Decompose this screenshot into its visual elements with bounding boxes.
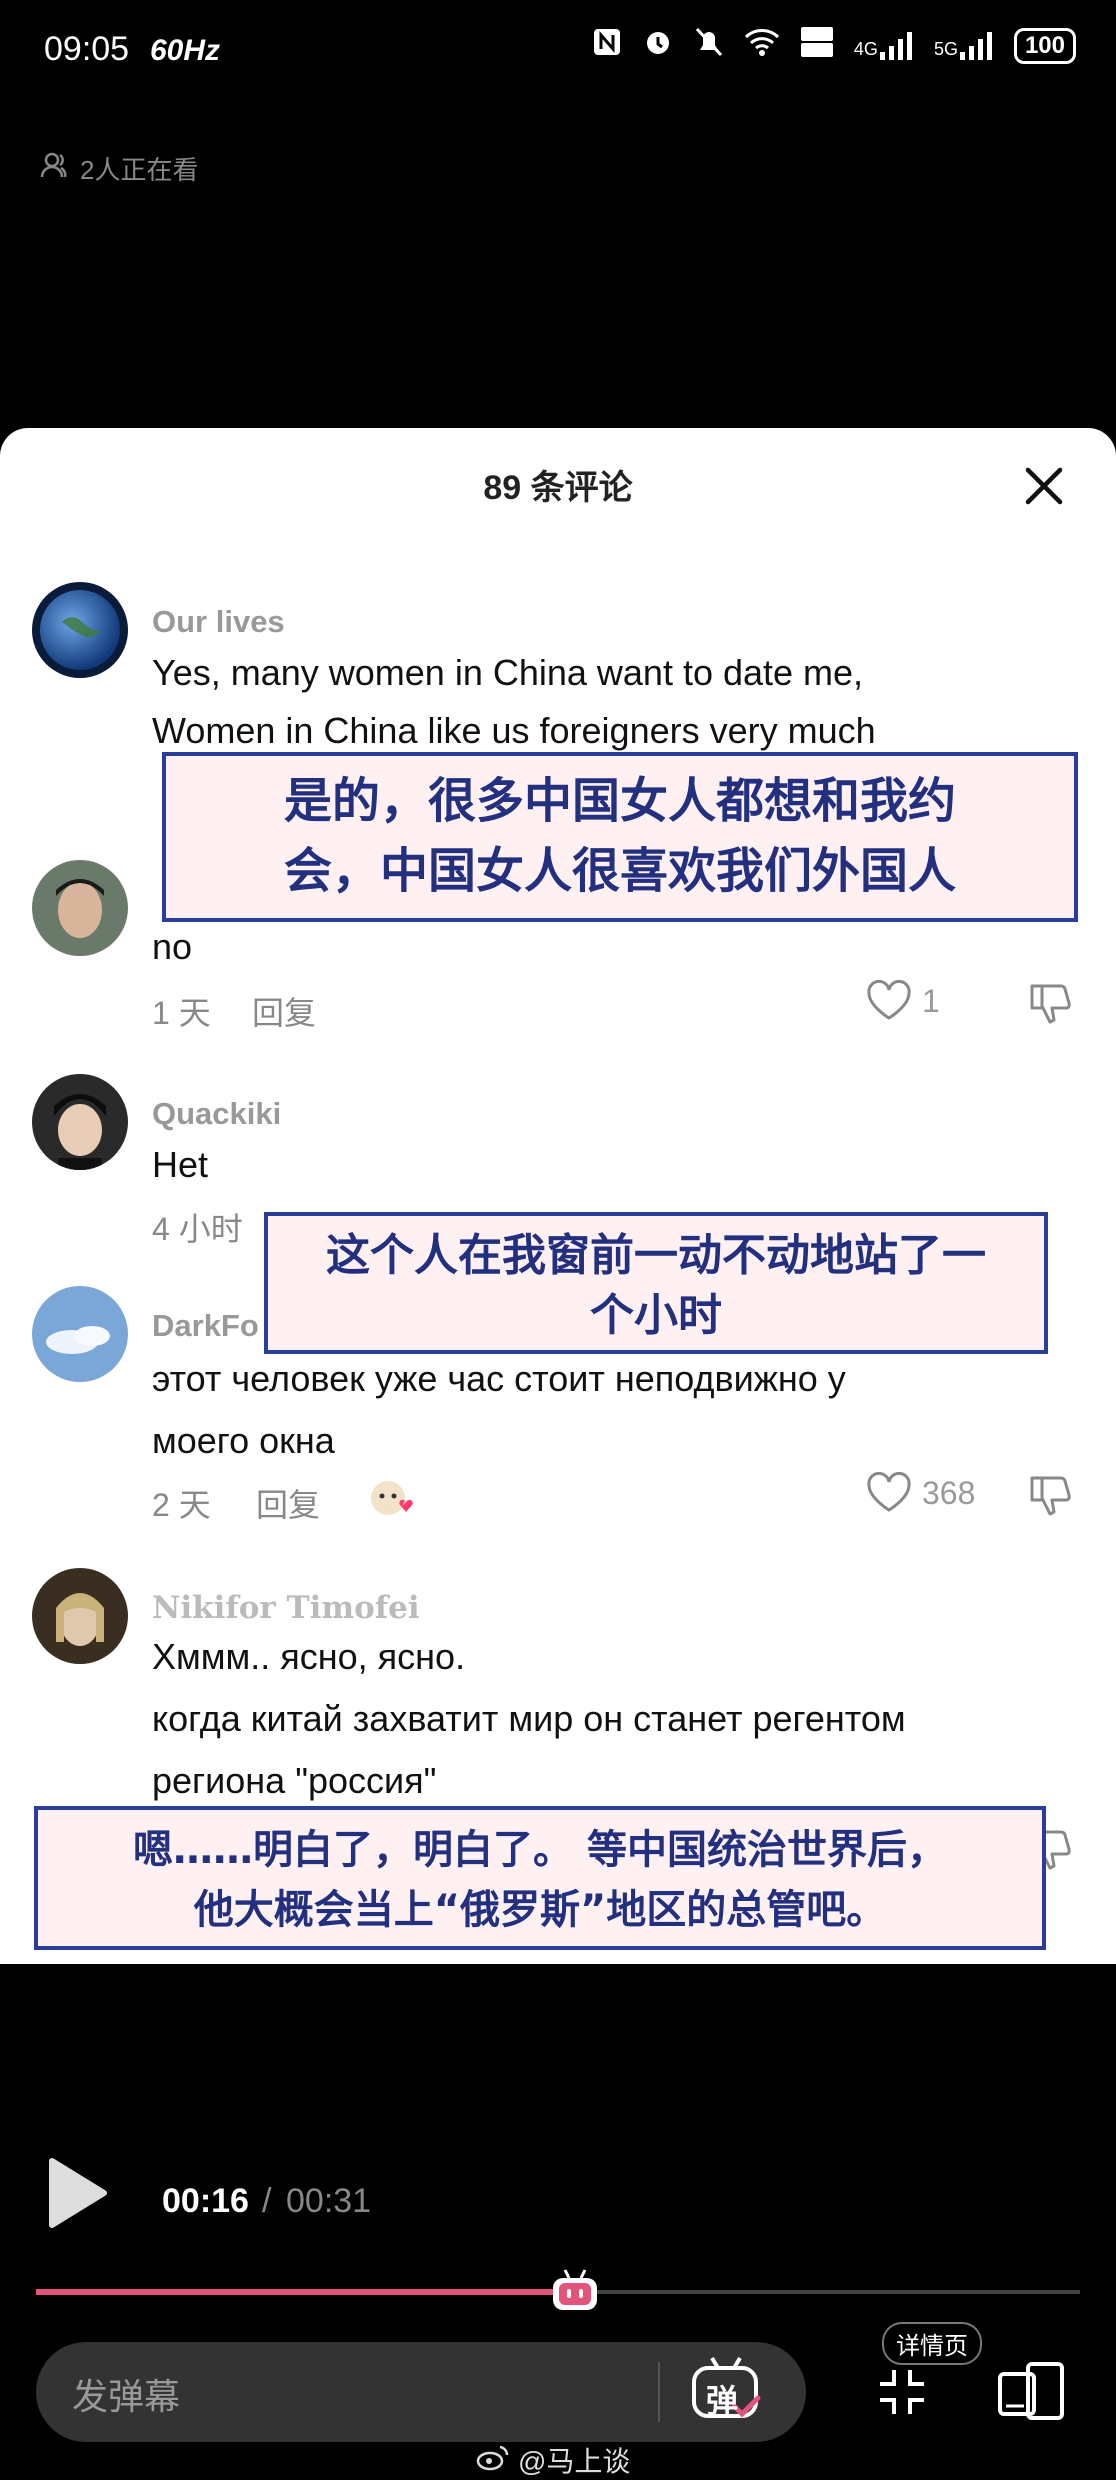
like-count: 1	[922, 982, 940, 1019]
caption-line: 是的，很多中国女人都想和我约	[283, 773, 956, 829]
status-time: 09:05	[44, 30, 130, 68]
comment-text: этот человек уже час стоит неподвижно у	[152, 1358, 846, 1399]
comment-author[interactable]: Nikifor Timofei	[152, 1590, 420, 1626]
close-icon	[1025, 467, 1063, 505]
comments-title: 89 条评论	[483, 469, 633, 507]
viewers-count: 2人正在看	[40, 150, 198, 187]
avatar[interactable]	[32, 860, 128, 956]
alarm-icon	[642, 26, 674, 66]
caption-line: 他大概会当上“俄罗斯”地区的总管吧。	[193, 1887, 887, 1933]
translation-caption: 是的，很多中国女人都想和我约 会，中国女人很喜欢我们外国人	[162, 752, 1078, 922]
signal-4g-icon: 4G	[854, 32, 914, 60]
comment-text: Хммм.. ясно, ясно.	[152, 1636, 466, 1677]
network-4g-label: 4G	[853, 39, 878, 59]
hd-icon	[800, 26, 834, 66]
comment-text: региона "россия"	[152, 1760, 437, 1801]
avatar[interactable]	[32, 1074, 128, 1170]
like-button[interactable]: 1	[866, 980, 940, 1022]
divider	[658, 2362, 660, 2422]
avatar[interactable]	[32, 1286, 128, 1382]
caption-line: 嗯……明白了，明白了。 等中国统治世界后，	[133, 1827, 947, 1873]
comment-time: 1 天	[152, 995, 211, 1031]
people-icon	[40, 151, 72, 186]
translation-caption: 这个人在我窗前一动不动地站了一 个小时	[264, 1212, 1048, 1354]
nfc-icon	[592, 27, 622, 65]
caption-line: 这个人在我窗前一动不动地站了一	[326, 1230, 986, 1281]
time-separator: /	[262, 2182, 272, 2220]
detail-page-button[interactable]: 详情页	[882, 2322, 982, 2365]
progress-fill	[36, 2289, 575, 2295]
network-5g-label: 5G	[933, 39, 958, 59]
weibo-icon	[476, 2443, 510, 2478]
status-bar: 09:05 60Hz 4G 5G 100	[0, 0, 1116, 110]
comment-text: Het	[152, 1144, 209, 1185]
comment-time: 4 小时	[152, 1211, 243, 1247]
reply-button[interactable]: 回复	[256, 1480, 320, 1526]
reply-button[interactable]: 回复	[252, 988, 316, 1034]
screen-mode-icon	[998, 2362, 1064, 2420]
signal-5g-icon: 5G	[934, 32, 994, 60]
total-time: 00:31	[286, 2182, 372, 2220]
heart-icon	[867, 1472, 911, 1512]
comment-text: Yes, many women in China want to date me…	[152, 652, 864, 693]
avatar[interactable]	[32, 1568, 128, 1664]
comment-text: no	[152, 926, 193, 967]
play-button[interactable]	[46, 2155, 110, 2231]
dislike-button[interactable]	[1028, 1472, 1074, 1518]
comment-text: когда китай захватит мир он станет реген…	[152, 1698, 906, 1739]
close-button[interactable]	[1022, 464, 1066, 508]
watermark: @马上谈	[476, 2440, 630, 2480]
thumbs-down-icon	[1030, 984, 1071, 1024]
battery-indicator: 100	[1013, 28, 1076, 64]
avatar[interactable]	[32, 582, 128, 678]
progress-thumb[interactable]	[549, 2268, 601, 2312]
like-count: 368	[922, 1474, 976, 1511]
comment-text: моего окна	[152, 1420, 335, 1461]
comment-time: 2 天	[152, 1487, 211, 1523]
exit-fullscreen-button[interactable]	[876, 2366, 928, 2418]
like-button[interactable]: 368	[866, 1472, 975, 1514]
screen-mode-button[interactable]	[996, 2360, 1066, 2422]
caption-line: 会，中国女人很喜欢我们外国人	[283, 843, 956, 899]
mute-bell-icon	[694, 26, 724, 66]
comments-panel: 89 条评论 Our lives Yes, many women in Chin…	[0, 428, 1116, 1964]
play-icon	[49, 2158, 107, 2228]
comment-author[interactable]: DarkFo	[152, 1308, 259, 1344]
comment-author[interactable]: Our lives	[152, 604, 285, 640]
current-time: 00:16	[162, 2182, 249, 2220]
translation-caption: 嗯……明白了，明白了。 等中国统治世界后， 他大概会当上“俄罗斯”地区的总管吧。	[34, 1806, 1046, 1950]
caption-line: 个小时	[590, 1290, 722, 1341]
viewers-label: 2人正在看	[80, 155, 199, 185]
danmaku-input[interactable]: 发弹幕	[72, 2368, 180, 2420]
heart-icon	[867, 980, 911, 1020]
refresh-rate: 60Hz	[150, 34, 221, 67]
author-liked-icon	[368, 1476, 416, 1524]
comment-author[interactable]: Quackiki	[152, 1096, 281, 1132]
danmaku-toggle-label: 弹	[706, 2382, 739, 2420]
tv-mascot-icon	[553, 2269, 597, 2310]
watermark-text: @马上谈	[518, 2446, 631, 2477]
thumbs-down-icon	[1030, 1476, 1071, 1516]
wifi-icon	[744, 27, 780, 65]
status-icons: 4G 5G 100	[592, 26, 1076, 66]
danmaku-toggle-button[interactable]: 弹	[690, 2356, 762, 2424]
dislike-button[interactable]	[1028, 980, 1074, 1026]
collapse-icon	[880, 2370, 924, 2414]
